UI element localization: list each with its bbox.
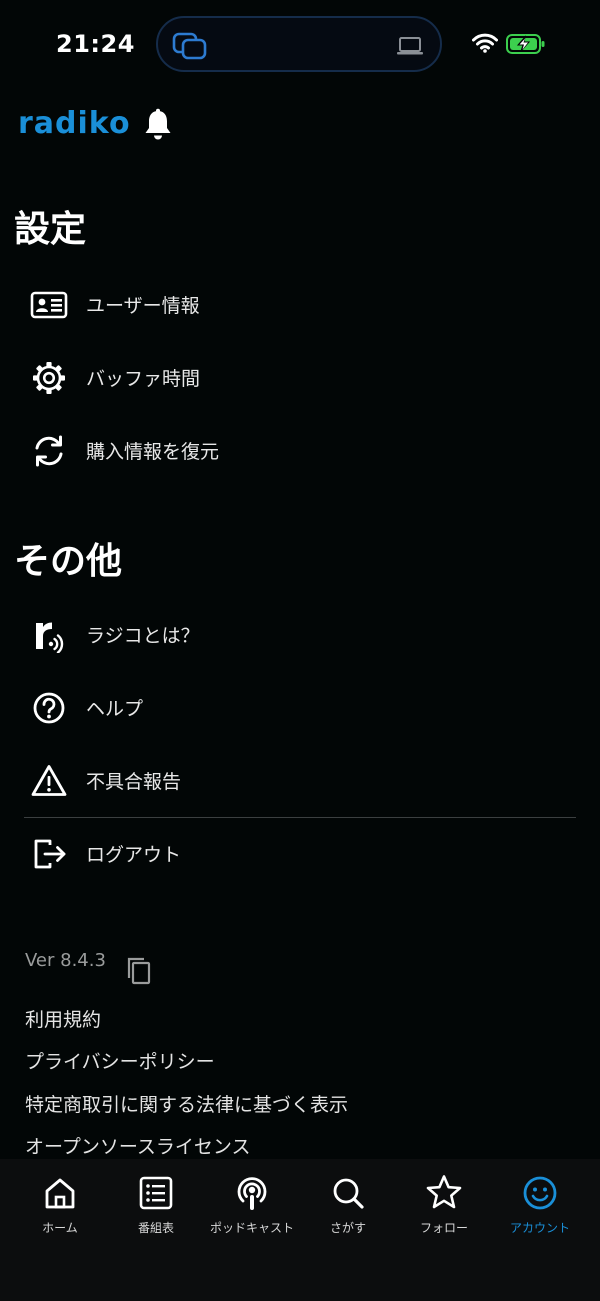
menu-item-label: 購入情報を復元	[86, 441, 220, 463]
menu-item-label: バッファ時間	[86, 368, 201, 390]
screen-mirroring-icon	[172, 32, 207, 60]
id-card-icon	[30, 291, 68, 319]
privacy-policy-link[interactable]: プライバシーポリシー	[25, 1047, 215, 1074]
other-section-title: その他	[14, 541, 123, 582]
menu-item-label: ログアウト	[86, 844, 182, 866]
program-list-icon	[139, 1176, 173, 1210]
settings-section-title: 設定	[14, 209, 87, 250]
tab-label: アカウント	[509, 1221, 570, 1235]
bell-icon[interactable]	[142, 108, 174, 142]
radiko-logo: radiko	[18, 106, 131, 141]
star-icon	[426, 1175, 462, 1209]
tab-podcast[interactable]: ポッドキャスト	[204, 1159, 300, 1249]
logout-icon	[34, 839, 66, 869]
warning-icon	[31, 765, 67, 796]
menu-item-bug-report[interactable]: 不具合報告	[24, 751, 576, 811]
menu-item-about-radiko[interactable]: ラジコとは？	[24, 605, 576, 665]
terms-of-use-link[interactable]: 利用規約	[25, 1005, 101, 1032]
tab-follow[interactable]: フォロー	[396, 1159, 492, 1249]
wifi-icon	[472, 33, 498, 53]
home-icon	[45, 1178, 75, 1209]
help-icon	[33, 692, 65, 724]
commercial-transactions-link[interactable]: 特定商取引に関する法律に基づく表示	[25, 1090, 348, 1117]
gear-icon	[33, 362, 65, 394]
battery-charging-icon	[506, 34, 545, 54]
account-smile-icon	[523, 1176, 557, 1210]
tab-program-guide[interactable]: 番組表	[108, 1159, 204, 1249]
menu-item-label: ラジコとは？	[86, 625, 200, 647]
laptop-icon	[397, 37, 423, 55]
copy-icon[interactable]	[126, 956, 152, 986]
dynamic-island[interactable]	[156, 16, 442, 72]
podcast-icon	[237, 1177, 267, 1210]
menu-item-buffer-time[interactable]: バッファ時間	[24, 348, 576, 408]
tab-account[interactable]: アカウント	[492, 1159, 588, 1249]
refresh-icon	[35, 435, 63, 467]
app-header: radiko	[0, 100, 600, 154]
menu-item-label: ヘルプ	[86, 698, 144, 720]
status-bar: 21:24	[0, 0, 600, 90]
version-label: Ver 8.4.3	[25, 950, 106, 971]
tab-home[interactable]: ホーム	[12, 1159, 108, 1249]
menu-item-label: ユーザー情報	[86, 295, 200, 317]
radiko-r-icon	[36, 622, 64, 653]
menu-item-user-info[interactable]: ユーザー情報	[24, 275, 576, 335]
status-time: 21:24	[56, 30, 135, 58]
divider	[24, 817, 576, 818]
tab-bar: ホーム 番組表 ポッドキャスト さがす フォロー アカウント	[0, 1159, 600, 1301]
open-source-license-link[interactable]: オープンソースライセンス	[25, 1132, 251, 1159]
menu-item-logout[interactable]: ログアウト	[24, 824, 576, 884]
search-icon	[333, 1178, 364, 1209]
menu-item-label: 不具合報告	[86, 771, 182, 793]
menu-item-help[interactable]: ヘルプ	[24, 678, 576, 738]
menu-item-restore-purchases[interactable]: 購入情報を復元	[24, 421, 576, 481]
tab-search[interactable]: さがす	[300, 1159, 396, 1249]
